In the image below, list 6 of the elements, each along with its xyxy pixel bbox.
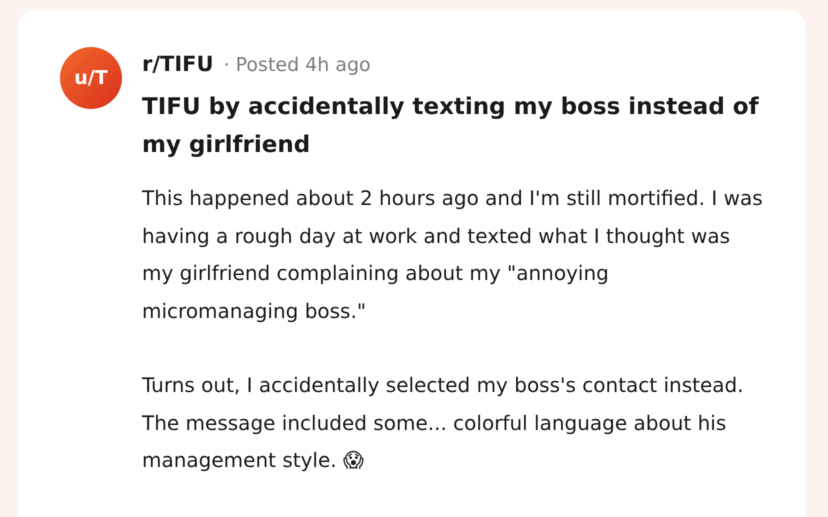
post-paragraph: Turns out, I accidentally selected my boss's contact instead. The message included some... colorful language about his management style. 😱 <box>142 372 745 474</box>
post-time: · Posted 4h ago <box>224 54 371 76</box>
subreddit-name[interactable]: r/TIFU <box>142 52 214 76</box>
subreddit-avatar[interactable]: u/T <box>60 47 122 109</box>
post-title[interactable]: TIFU by accidentally texting my boss instead of my girlfriend <box>142 88 767 164</box>
post-paragraph: This happened about 2 hours ago and I'm still mortified. I was having a rough day at work and texted what I thought was my girlfriend complaining about my "annoying micromanaging boss." <box>142 185 764 324</box>
